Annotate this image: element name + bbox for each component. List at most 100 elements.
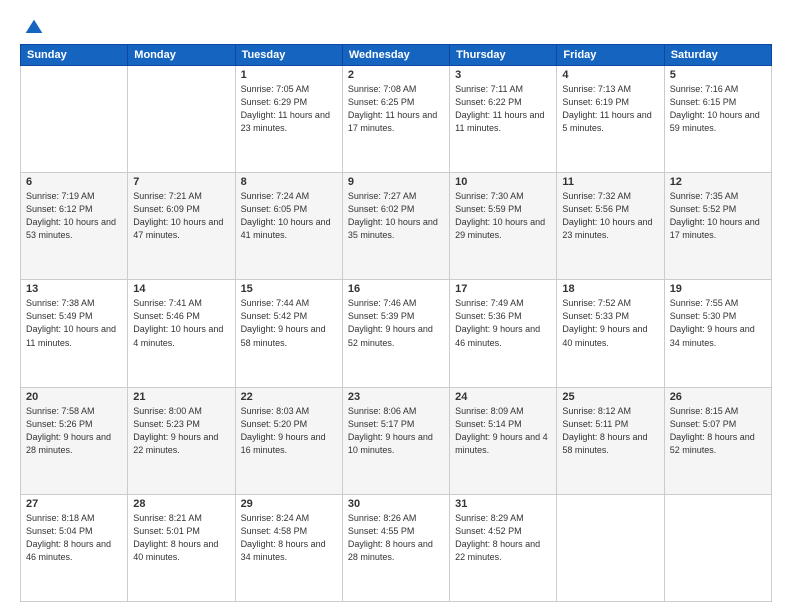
day-info: Sunrise: 8:00 AM Sunset: 5:23 PM Dayligh… — [133, 405, 229, 457]
day-number: 14 — [133, 283, 229, 295]
calendar-cell: 18 Sunrise: 7:52 AM Sunset: 5:33 PM Dayli… — [557, 280, 664, 387]
calendar-cell: 5 Sunrise: 7:16 AM Sunset: 6:15 PM Daylig… — [664, 66, 771, 173]
calendar-cell — [557, 494, 664, 601]
day-info: Sunrise: 8:26 AM Sunset: 4:55 PM Dayligh… — [348, 512, 444, 564]
calendar-cell: 7Sunrise: 7:21 AM Sunset: 6:09 PM Daylig… — [128, 173, 235, 280]
calendar-cell: 26 Sunrise: 8:15 AM Sunset: 5:07 PM Dayli… — [664, 387, 771, 494]
day-number: 5 — [670, 69, 766, 81]
calendar-week-row: 6 Sunrise: 7:19 AM Sunset: 6:12 PM Daylig… — [21, 173, 772, 280]
calendar-cell: 12 Sunrise: 7:35 AM Sunset: 5:52 PM Dayli… — [664, 173, 771, 280]
day-info: Sunrise: 7:49 AM Sunset: 5:36 PM Dayligh… — [455, 297, 551, 349]
calendar-cell: 6 Sunrise: 7:19 AM Sunset: 6:12 PM Daylig… — [21, 173, 128, 280]
day-info: Sunrise: 8:09 AM Sunset: 5:14 PM Dayligh… — [455, 405, 551, 457]
calendar-cell: 11 Sunrise: 7:32 AM Sunset: 5:56 PM Dayli… — [557, 173, 664, 280]
day-number: 20 — [26, 391, 122, 403]
calendar-cell: 31Sunrise: 8:29 AM Sunset: 4:52 PM Dayli… — [450, 494, 557, 601]
day-info: Sunrise: 8:03 AM Sunset: 5:20 PM Dayligh… — [241, 405, 337, 457]
day-info: Sunrise: 7:41 AM Sunset: 5:46 PM Dayligh… — [133, 297, 229, 349]
day-of-week-header: Saturday — [664, 45, 771, 66]
day-info: Sunrise: 7:44 AM Sunset: 5:42 PM Dayligh… — [241, 297, 337, 349]
day-info: Sunrise: 7:24 AM Sunset: 6:05 PM Dayligh… — [241, 190, 337, 242]
day-info: Sunrise: 7:55 AM Sunset: 5:30 PM Dayligh… — [670, 297, 766, 349]
day-info: Sunrise: 8:18 AM Sunset: 5:04 PM Dayligh… — [26, 512, 122, 564]
day-number: 3 — [455, 69, 551, 81]
calendar-cell — [664, 494, 771, 601]
day-number: 23 — [348, 391, 444, 403]
day-number: 11 — [562, 176, 658, 188]
day-info: Sunrise: 7:11 AM Sunset: 6:22 PM Dayligh… — [455, 83, 551, 135]
day-of-week-header: Monday — [128, 45, 235, 66]
calendar-week-row: 20Sunrise: 7:58 AM Sunset: 5:26 PM Dayli… — [21, 387, 772, 494]
day-number: 26 — [670, 391, 766, 403]
day-info: Sunrise: 7:30 AM Sunset: 5:59 PM Dayligh… — [455, 190, 551, 242]
day-number: 8 — [241, 176, 337, 188]
calendar-cell: 17 Sunrise: 7:49 AM Sunset: 5:36 PM Dayli… — [450, 280, 557, 387]
calendar-cell: 2 Sunrise: 7:08 AM Sunset: 6:25 PM Daylig… — [342, 66, 449, 173]
calendar-cell: 10 Sunrise: 7:30 AM Sunset: 5:59 PM Dayli… — [450, 173, 557, 280]
day-info: Sunrise: 8:06 AM Sunset: 5:17 PM Dayligh… — [348, 405, 444, 457]
day-number: 12 — [670, 176, 766, 188]
day-number: 15 — [241, 283, 337, 295]
calendar-cell: 13Sunrise: 7:38 AM Sunset: 5:49 PM Dayli… — [21, 280, 128, 387]
day-number: 10 — [455, 176, 551, 188]
day-number: 2 — [348, 69, 444, 81]
day-number: 7 — [133, 176, 229, 188]
day-number: 6 — [26, 176, 122, 188]
day-info: Sunrise: 8:12 AM Sunset: 5:11 PM Dayligh… — [562, 405, 658, 457]
day-info: Sunrise: 7:16 AM Sunset: 6:15 PM Dayligh… — [670, 83, 766, 135]
day-info: Sunrise: 7:19 AM Sunset: 6:12 PM Dayligh… — [26, 190, 122, 242]
day-info: Sunrise: 7:08 AM Sunset: 6:25 PM Dayligh… — [348, 83, 444, 135]
day-of-week-header: Friday — [557, 45, 664, 66]
calendar-cell: 14 Sunrise: 7:41 AM Sunset: 5:46 PM Dayli… — [128, 280, 235, 387]
calendar-cell — [21, 66, 128, 173]
day-number: 28 — [133, 498, 229, 510]
day-info: Sunrise: 7:52 AM Sunset: 5:33 PM Dayligh… — [562, 297, 658, 349]
day-number: 9 — [348, 176, 444, 188]
calendar-cell: 16Sunrise: 7:46 AM Sunset: 5:39 PM Dayli… — [342, 280, 449, 387]
day-info: Sunrise: 7:32 AM Sunset: 5:56 PM Dayligh… — [562, 190, 658, 242]
day-info: Sunrise: 8:24 AM Sunset: 4:58 PM Dayligh… — [241, 512, 337, 564]
day-number: 17 — [455, 283, 551, 295]
day-number: 19 — [670, 283, 766, 295]
day-info: Sunrise: 7:05 AM Sunset: 6:29 PM Dayligh… — [241, 83, 337, 135]
calendar-cell: 23 Sunrise: 8:06 AM Sunset: 5:17 PM Dayli… — [342, 387, 449, 494]
day-info: Sunrise: 7:46 AM Sunset: 5:39 PM Dayligh… — [348, 297, 444, 349]
day-info: Sunrise: 7:38 AM Sunset: 5:49 PM Dayligh… — [26, 297, 122, 349]
calendar-cell: 19 Sunrise: 7:55 AM Sunset: 5:30 PM Dayli… — [664, 280, 771, 387]
calendar-cell: 1 Sunrise: 7:05 AM Sunset: 6:29 PM Daylig… — [235, 66, 342, 173]
calendar: SundayMondayTuesdayWednesdayThursdayFrid… — [20, 44, 772, 602]
logo — [20, 18, 44, 34]
day-number: 18 — [562, 283, 658, 295]
calendar-cell: 24Sunrise: 8:09 AM Sunset: 5:14 PM Dayli… — [450, 387, 557, 494]
day-of-week-header: Wednesday — [342, 45, 449, 66]
calendar-week-row: 1 Sunrise: 7:05 AM Sunset: 6:29 PM Daylig… — [21, 66, 772, 173]
day-info: Sunrise: 8:29 AM Sunset: 4:52 PM Dayligh… — [455, 512, 551, 564]
day-number: 29 — [241, 498, 337, 510]
header — [20, 18, 772, 34]
page: SundayMondayTuesdayWednesdayThursdayFrid… — [0, 0, 792, 612]
day-number: 30 — [348, 498, 444, 510]
calendar-cell: 9Sunrise: 7:27 AM Sunset: 6:02 PM Daylig… — [342, 173, 449, 280]
calendar-cell: 15 Sunrise: 7:44 AM Sunset: 5:42 PM Dayli… — [235, 280, 342, 387]
calendar-cell: 28 Sunrise: 8:21 AM Sunset: 5:01 PM Dayli… — [128, 494, 235, 601]
day-info: Sunrise: 8:21 AM Sunset: 5:01 PM Dayligh… — [133, 512, 229, 564]
day-info: Sunrise: 8:15 AM Sunset: 5:07 PM Dayligh… — [670, 405, 766, 457]
day-number: 1 — [241, 69, 337, 81]
day-number: 22 — [241, 391, 337, 403]
day-info: Sunrise: 7:35 AM Sunset: 5:52 PM Dayligh… — [670, 190, 766, 242]
calendar-cell: 4 Sunrise: 7:13 AM Sunset: 6:19 PM Daylig… — [557, 66, 664, 173]
day-info: Sunrise: 7:13 AM Sunset: 6:19 PM Dayligh… — [562, 83, 658, 135]
calendar-cell: 30 Sunrise: 8:26 AM Sunset: 4:55 PM Dayli… — [342, 494, 449, 601]
calendar-week-row: 13Sunrise: 7:38 AM Sunset: 5:49 PM Dayli… — [21, 280, 772, 387]
calendar-cell: 20Sunrise: 7:58 AM Sunset: 5:26 PM Dayli… — [21, 387, 128, 494]
calendar-cell: 22 Sunrise: 8:03 AM Sunset: 5:20 PM Dayli… — [235, 387, 342, 494]
calendar-cell: 27 Sunrise: 8:18 AM Sunset: 5:04 PM Dayli… — [21, 494, 128, 601]
calendar-header-row: SundayMondayTuesdayWednesdayThursdayFrid… — [21, 45, 772, 66]
calendar-cell — [128, 66, 235, 173]
logo-icon — [24, 18, 44, 38]
calendar-cell: 8 Sunrise: 7:24 AM Sunset: 6:05 PM Daylig… — [235, 173, 342, 280]
day-of-week-header: Thursday — [450, 45, 557, 66]
day-number: 4 — [562, 69, 658, 81]
day-number: 27 — [26, 498, 122, 510]
calendar-week-row: 27 Sunrise: 8:18 AM Sunset: 5:04 PM Dayli… — [21, 494, 772, 601]
